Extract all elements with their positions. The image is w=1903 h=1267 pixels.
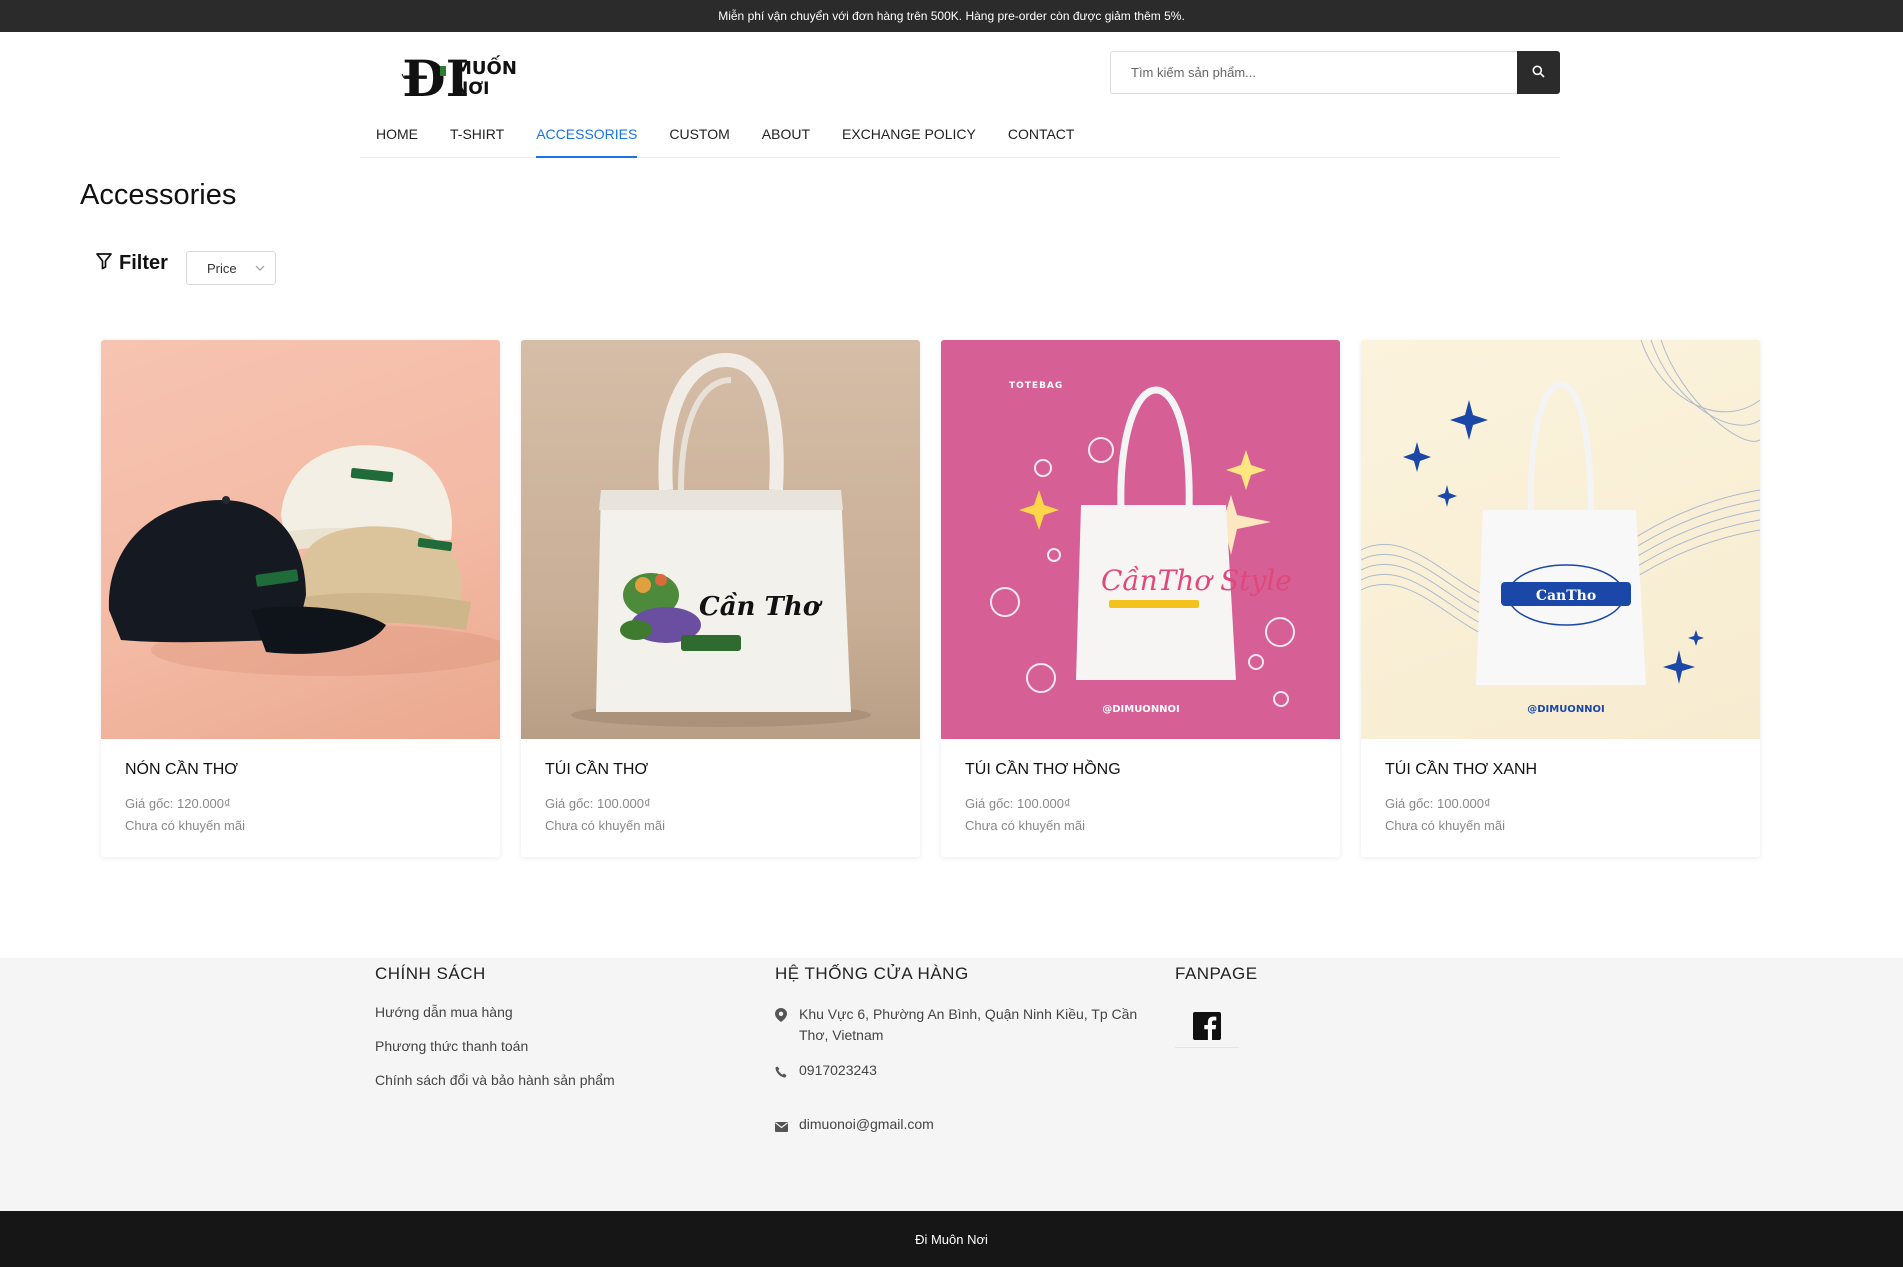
nav-contact[interactable]: CONTACT (1008, 116, 1075, 158)
product-info: TÚI CẦN THƠ HỒNG Giá gốc: 100.000₫ Chưa … (941, 739, 1340, 857)
product-name[interactable]: TÚI CẦN THƠ HỒNG (965, 761, 1316, 779)
product-promo: Chưa có khuyến mãi (125, 818, 245, 833)
svg-text:@DIMUONNOI: @DIMUONNOI (1102, 704, 1180, 715)
product-card[interactable]: TOTEBAG CầnThơ Style @DIMUONNOI TÚI CẦN … (941, 340, 1340, 857)
product-name[interactable]: NÓN CẦN THƠ (125, 761, 476, 779)
announcement-text: Miễn phí vận chuyển với đơn hàng trên 50… (718, 9, 1185, 23)
footer-email: dimuonoi@gmail.com (775, 1114, 1145, 1138)
site-footer: CHÍNH SÁCH Hướng dẫn mua hàng Phương thứ… (0, 958, 1903, 1211)
copyright-bar: Đi Muôn Nơi (0, 1211, 1903, 1267)
phone-icon (775, 1063, 789, 1084)
copyright-text: Đi Muôn Nơi (915, 1231, 988, 1247)
product-image-tote-pink[interactable]: TOTEBAG CầnThơ Style @DIMUONNOI (941, 340, 1340, 739)
svg-text:MUỐN: MUỐN (454, 55, 517, 79)
product-promo: Chưa có khuyến mãi (545, 818, 665, 833)
facebook-icon[interactable] (1175, 1004, 1239, 1048)
search-bar (1110, 51, 1560, 94)
search-input[interactable] (1110, 51, 1517, 94)
product-promo: Chưa có khuyến mãi (965, 818, 1085, 833)
filter-toggle[interactable]: Filter (95, 252, 168, 275)
svg-text:Cần Thơ: Cần Thơ (699, 591, 823, 622)
footer-link-buying-guide[interactable]: Hướng dẫn mua hàng (375, 1004, 735, 1020)
footer-stores-heading: HỆ THỐNG CỬA HÀNG (775, 964, 969, 983)
product-card[interactable]: NÓN CẦN THƠ Giá gốc: 120.000₫ Chưa có kh… (101, 340, 500, 857)
svg-text:CanTho: CanTho (1536, 588, 1596, 604)
price-filter-select[interactable]: Price (186, 251, 276, 285)
nav-custom[interactable]: CUSTOM (669, 116, 729, 158)
product-price: Giá gốc: 100.000₫ (1385, 796, 1491, 811)
address-text: Khu Vực 6, Phường An Bình, Quận Ninh Kiề… (799, 1006, 1138, 1043)
product-image-tote[interactable]: Cần Thơ (521, 340, 920, 739)
nav-about[interactable]: ABOUT (762, 116, 810, 158)
product-info: TÚI CẦN THƠ XANH Giá gốc: 100.000₫ Chưa … (1361, 739, 1760, 857)
search-button[interactable] (1517, 51, 1560, 94)
footer-policy: CHÍNH SÁCH Hướng dẫn mua hàng Phương thứ… (375, 958, 735, 1106)
svg-text:NƠI: NƠI (454, 79, 489, 99)
product-price: Giá gốc: 100.000₫ (965, 796, 1071, 811)
product-name[interactable]: TÚI CẦN THƠ (545, 761, 896, 779)
footer-policy-heading: CHÍNH SÁCH (375, 964, 486, 983)
svg-text:TOTEBAG: TOTEBAG (1009, 381, 1063, 391)
email-text[interactable]: dimuonoi@gmail.com (799, 1114, 934, 1135)
footer-phone: 0917023243 (775, 1060, 1145, 1084)
announcement-bar: Miễn phí vận chuyển với đơn hàng trên 50… (0, 0, 1903, 32)
footer-link-payment[interactable]: Phương thức thanh toán (375, 1038, 735, 1054)
footer-fanpage-heading: FANPAGE (1175, 964, 1258, 983)
svg-text:@DIMUONNOI: @DIMUONNOI (1527, 704, 1605, 715)
nav-t-shirt[interactable]: T-SHIRT (450, 116, 504, 158)
product-image-cap[interactable] (101, 340, 500, 739)
product-image-tote-blue[interactable]: CanTho @DIMUONNOI (1361, 340, 1760, 739)
footer-fanpage: FANPAGE (1175, 958, 1375, 1048)
product-promo: Chưa có khuyến mãi (1385, 818, 1505, 833)
location-pin-icon (775, 1007, 789, 1028)
product-price: Giá gốc: 100.000₫ (545, 796, 651, 811)
page-title: Accessories (80, 179, 237, 211)
chevron-down-icon (255, 261, 265, 276)
footer-link-return-policy[interactable]: Chính sách đổi và bảo hành sản phẩm (375, 1072, 735, 1088)
nav-accessories[interactable]: ACCESSORIES (536, 116, 638, 158)
product-info: TÚI CẦN THƠ Giá gốc: 100.000₫ Chưa có kh… (521, 739, 920, 857)
nav-exchange-policy[interactable]: EXCHANGE POLICY (842, 116, 976, 158)
nav-home[interactable]: HOME (376, 116, 418, 158)
product-price: Giá gốc: 120.000₫ (125, 796, 231, 811)
product-info: NÓN CẦN THƠ Giá gốc: 120.000₫ Chưa có kh… (101, 739, 500, 857)
product-card[interactable]: Cần Thơ TÚI CẦN THƠ Giá gốc: 100.000₫ Ch… (521, 340, 920, 857)
price-select-value: Price (207, 260, 237, 276)
product-grid: NÓN CẦN THƠ Giá gốc: 120.000₫ Chưa có kh… (101, 340, 1760, 857)
mail-icon (775, 1117, 789, 1138)
footer-stores: HỆ THỐNG CỬA HÀNG Khu Vực 6, Phường An B… (775, 958, 1145, 1138)
search-icon (1532, 65, 1545, 81)
product-card[interactable]: CanTho @DIMUONNOI TÚI CẦN THƠ XANH Giá g… (1361, 340, 1760, 857)
main-nav: HOME T-SHIRT ACCESSORIES CUSTOM ABOUT EX… (376, 116, 1106, 158)
site-header: ĐI MUỐN NƠI HOME T-SHIRT ACCESSORIES CUS… (360, 32, 1560, 158)
filter-label: Filter (119, 252, 168, 274)
filter-icon (95, 252, 113, 275)
phone-text[interactable]: 0917023243 (799, 1060, 877, 1081)
brand-logo[interactable]: ĐI MUỐN NƠI (400, 44, 518, 108)
svg-text:CầnThơ Style: CầnThơ Style (1101, 564, 1292, 597)
product-name[interactable]: TÚI CẦN THƠ XANH (1385, 761, 1736, 779)
footer-address: Khu Vực 6, Phường An Bình, Quận Ninh Kiề… (775, 1004, 1145, 1046)
